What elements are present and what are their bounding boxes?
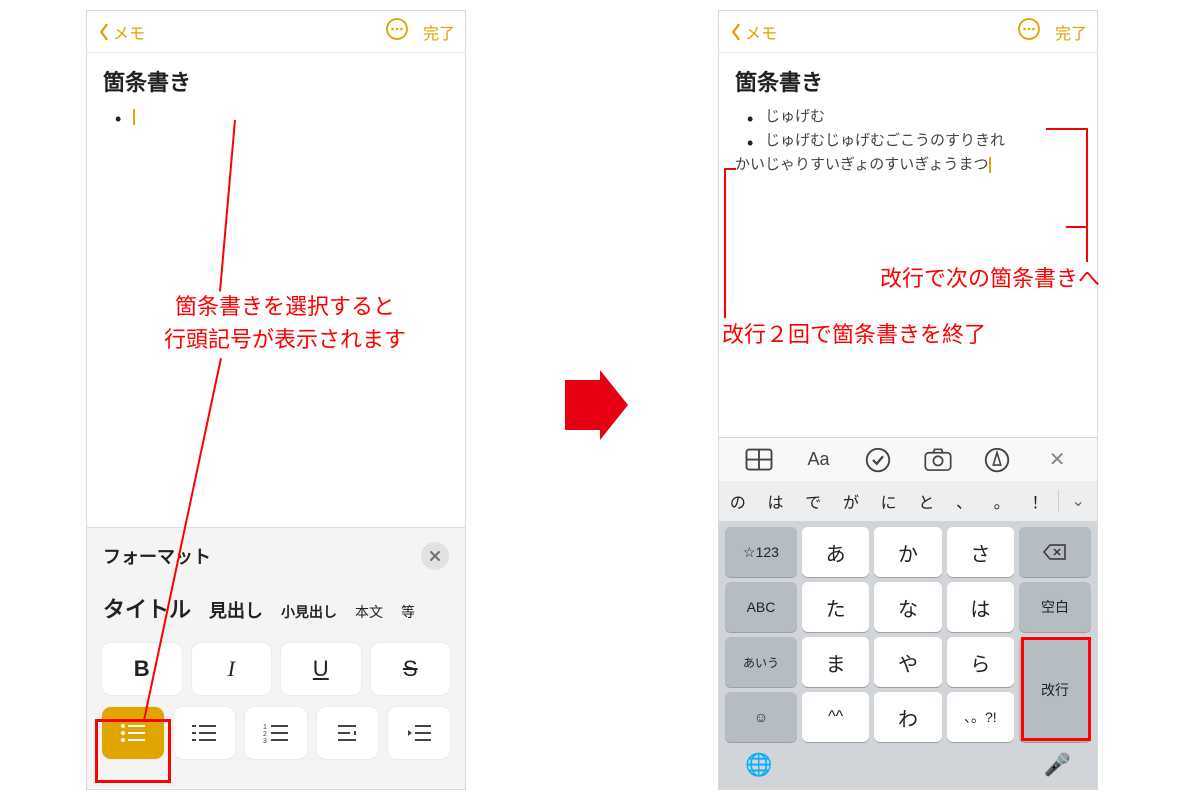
list-bullet-icon (119, 722, 147, 744)
chevron-left-icon (97, 23, 111, 41)
bullet-item: じゅげむ (747, 105, 1081, 129)
list-dash-icon (190, 722, 218, 744)
suggestion[interactable]: が (832, 489, 870, 513)
format-panel: フォーマット タイトル 見出し 小見出し 本文 等 B I U S (87, 527, 465, 789)
key-punc[interactable]: 、。?! (947, 692, 1014, 742)
close-keyboard-icon[interactable]: ✕ (1042, 445, 1072, 475)
style-body[interactable]: 本文 (355, 602, 383, 622)
mic-icon[interactable]: 🎤 (1044, 752, 1071, 778)
suggestion-expand[interactable]: ⌄ (1059, 491, 1097, 511)
globe-icon[interactable]: 🌐 (745, 752, 772, 778)
note-body[interactable]: 箇条書き (87, 53, 465, 129)
list-number-icon: 123 (262, 722, 290, 744)
key-ra[interactable]: ら (947, 637, 1014, 687)
key-emoji[interactable]: ☺ (725, 692, 797, 742)
keyboard-toolbar: Aa ✕ (719, 437, 1097, 481)
key-delete[interactable] (1019, 527, 1091, 577)
markup-icon[interactable] (982, 445, 1012, 475)
bold-button[interactable]: B (101, 642, 183, 696)
table-icon[interactable] (744, 445, 774, 475)
phone-left: メモ 完了 箇条書き フォーマット タイトル 見出し 小見出し 本文 等 B (86, 10, 466, 790)
svg-text:2: 2 (263, 731, 267, 738)
suggestion[interactable]: は (757, 489, 795, 513)
svg-text:1: 1 (263, 724, 267, 731)
style-heading[interactable]: 見出し (209, 597, 263, 623)
back-label: メモ (113, 20, 145, 44)
style-title[interactable]: タイトル (103, 592, 191, 624)
done-button[interactable]: 完了 (1055, 20, 1087, 44)
note-title: 箇条書き (103, 65, 449, 97)
strike-button[interactable]: S (370, 642, 452, 696)
list-dash-button[interactable] (173, 706, 237, 760)
key-a[interactable]: あ (802, 527, 869, 577)
delete-icon (1043, 543, 1067, 561)
suggestion[interactable]: 。 (983, 489, 1021, 513)
text-cursor (133, 109, 135, 125)
format-title: フォーマット (103, 543, 211, 569)
list-indent-left-button[interactable] (316, 706, 380, 760)
key-star123[interactable]: ☆123 (725, 527, 797, 577)
underline-button[interactable]: U (280, 642, 362, 696)
style-etc[interactable]: 等 (401, 602, 415, 622)
style-subheading[interactable]: 小見出し (281, 602, 337, 622)
list-bullet-button[interactable] (101, 706, 165, 760)
key-na[interactable]: な (874, 582, 941, 632)
suggestion[interactable]: の (719, 489, 757, 513)
suggestion[interactable]: ！ (1021, 489, 1059, 513)
back-button[interactable]: メモ (729, 20, 777, 44)
camera-icon[interactable] (923, 445, 953, 475)
key-vv[interactable]: ^^ (802, 692, 869, 742)
back-label: メモ (745, 20, 777, 44)
wrapped-line: かいじゃりすいぎょのすいぎょうまつ (735, 153, 1081, 177)
key-ya[interactable]: や (874, 637, 941, 687)
indent-left-icon (334, 722, 362, 744)
svg-text:3: 3 (263, 738, 267, 744)
suggestion-bar: の は で が に と 、 。 ！ ⌄ (719, 481, 1097, 521)
chevron-left-icon (729, 23, 743, 41)
suggestion[interactable]: に (870, 489, 908, 513)
nav-bar: メモ 完了 (719, 11, 1097, 53)
nav-bar: メモ 完了 (87, 11, 465, 53)
key-wa[interactable]: わ (874, 692, 941, 742)
list-number-button[interactable]: 123 (244, 706, 308, 760)
key-ma[interactable]: ま (802, 637, 869, 687)
key-ha[interactable]: は (947, 582, 1014, 632)
more-circle-icon (1017, 17, 1041, 41)
key-ka[interactable]: か (874, 527, 941, 577)
suggestion[interactable]: 、 (945, 489, 983, 513)
more-circle-icon (385, 17, 409, 41)
list-indent-right-button[interactable] (387, 706, 451, 760)
keyboard: ☆123 あ か さ ABC た な は 空白 あいう ま や ら 改行 ☺ ^… (719, 521, 1097, 789)
done-button[interactable]: 完了 (423, 20, 455, 44)
note-body[interactable]: 箇条書き じゅげむ じゅげむじゅげむごこうのすりきれ かいじゃりすいぎょのすいぎ… (719, 53, 1097, 177)
suggestion[interactable]: と (908, 489, 946, 513)
indent-right-icon (405, 722, 433, 744)
key-ta[interactable]: た (802, 582, 869, 632)
suggestion[interactable]: で (794, 489, 832, 513)
key-space[interactable]: 空白 (1019, 582, 1091, 632)
close-icon (428, 549, 442, 563)
bullet-item: じゅげむじゅげむごこうのすりきれ (747, 129, 1081, 153)
note-title: 箇条書き (735, 65, 1081, 97)
more-button[interactable] (1017, 17, 1041, 46)
italic-button[interactable]: I (191, 642, 273, 696)
more-button[interactable] (385, 17, 409, 46)
key-enter[interactable]: 改行 (1019, 637, 1091, 742)
key-sa[interactable]: さ (947, 527, 1014, 577)
transition-arrow (560, 370, 630, 445)
checklist-icon[interactable] (863, 445, 893, 475)
back-button[interactable]: メモ (97, 20, 145, 44)
text-cursor (989, 157, 991, 173)
close-format-button[interactable] (421, 542, 449, 570)
format-styles-row[interactable]: タイトル 見出し 小見出し 本文 等 (87, 580, 465, 642)
key-aiu[interactable]: あいう (725, 637, 797, 687)
key-abc[interactable]: ABC (725, 582, 797, 632)
phone-right: メモ 完了 箇条書き じゅげむ じゅげむじゅげむごこうのすりきれ かいじゃりすい… (718, 10, 1098, 790)
text-format-icon[interactable]: Aa (803, 445, 833, 475)
bullet-item (115, 105, 449, 129)
